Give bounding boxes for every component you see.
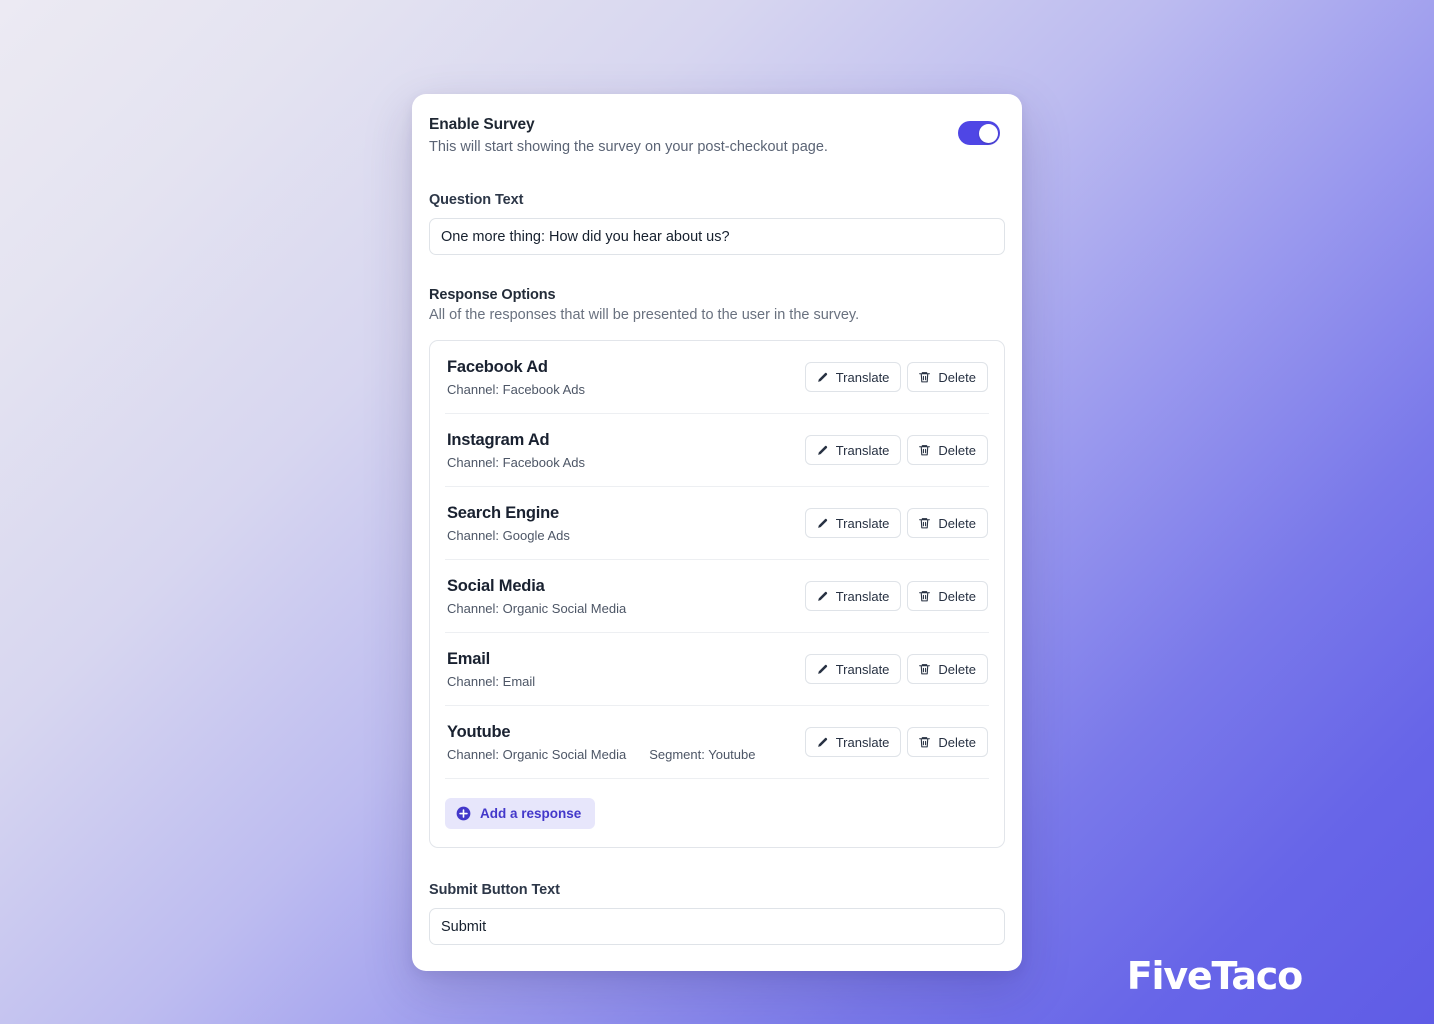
enable-survey-section: Enable Survey This will start showing th… bbox=[429, 114, 1005, 158]
enable-survey-title: Enable Survey bbox=[429, 116, 535, 133]
response-option-name: Facebook Ad bbox=[447, 357, 548, 376]
translate-button[interactable]: Translate bbox=[804, 654, 902, 684]
translate-label: Translate bbox=[835, 515, 890, 531]
response-options-list: Facebook Ad Channel: Facebook Ads Transl… bbox=[429, 340, 1005, 848]
response-option-info: Social Media Channel: Organic Social Med… bbox=[445, 576, 626, 617]
delete-button[interactable]: Delete bbox=[907, 508, 988, 538]
delete-label: Delete bbox=[938, 734, 976, 750]
response-option-channel: Channel: Google Ads bbox=[447, 527, 570, 543]
translate-button[interactable]: Translate bbox=[804, 581, 902, 611]
response-option-row: Facebook Ad Channel: Facebook Ads Transl… bbox=[445, 341, 989, 414]
translate-label: Translate bbox=[835, 369, 890, 385]
toggle-knob bbox=[978, 123, 998, 143]
add-response-row: Add a response bbox=[445, 779, 989, 847]
delete-label: Delete bbox=[938, 661, 976, 677]
trash-icon bbox=[918, 589, 931, 603]
enable-survey-description: This will start showing the survey on yo… bbox=[429, 139, 828, 155]
response-option-name: Instagram Ad bbox=[447, 430, 550, 449]
delete-label: Delete bbox=[938, 369, 976, 385]
response-option-meta: Channel: Organic Social Media Segment: Y… bbox=[447, 746, 755, 763]
submit-button-text-input[interactable] bbox=[429, 908, 1005, 945]
translate-label: Translate bbox=[835, 734, 890, 750]
response-option-actions: Translate Delete bbox=[804, 654, 989, 684]
response-option-meta: Channel: Organic Social Media bbox=[447, 600, 626, 617]
question-text-label: Question Text bbox=[429, 192, 524, 208]
response-option-channel: Channel: Organic Social Media bbox=[447, 746, 627, 762]
response-option-meta: Channel: Facebook Ads bbox=[447, 381, 585, 398]
delete-button[interactable]: Delete bbox=[907, 581, 988, 611]
translate-label: Translate bbox=[835, 661, 890, 677]
response-option-row: Email Channel: Email Translate Delete bbox=[445, 633, 989, 706]
response-option-actions: Translate Delete bbox=[804, 581, 989, 611]
response-option-info: Youtube Channel: Organic Social Media Se… bbox=[445, 722, 755, 763]
response-option-name: Youtube bbox=[447, 722, 511, 741]
trash-icon bbox=[918, 516, 931, 530]
response-option-meta: Channel: Google Ads bbox=[447, 527, 570, 544]
pencil-icon bbox=[816, 590, 829, 603]
response-option-meta: Channel: Email bbox=[447, 673, 535, 690]
response-option-meta: Channel: Facebook Ads bbox=[447, 454, 585, 471]
delete-label: Delete bbox=[938, 588, 976, 604]
response-option-row: Search Engine Channel: Google Ads Transl… bbox=[445, 487, 989, 560]
response-option-row: Instagram Ad Channel: Facebook Ads Trans… bbox=[445, 414, 989, 487]
enable-survey-toggle[interactable] bbox=[958, 121, 1000, 145]
response-option-name: Email bbox=[447, 649, 491, 668]
fivetaco-logo: FiveTaco bbox=[1126, 954, 1303, 998]
response-option-row: Social Media Channel: Organic Social Med… bbox=[445, 560, 989, 633]
response-option-info: Email Channel: Email bbox=[445, 649, 535, 690]
translate-button[interactable]: Translate bbox=[804, 362, 902, 392]
delete-label: Delete bbox=[938, 515, 976, 531]
pencil-icon bbox=[816, 736, 829, 749]
response-options-header: Response Options All of the responses th… bbox=[429, 287, 1005, 326]
response-option-channel: Channel: Facebook Ads bbox=[447, 454, 586, 470]
delete-label: Delete bbox=[938, 442, 976, 458]
pencil-icon bbox=[816, 517, 829, 530]
trash-icon bbox=[918, 443, 931, 457]
response-option-row: Youtube Channel: Organic Social Media Se… bbox=[445, 706, 989, 779]
response-option-info: Instagram Ad Channel: Facebook Ads bbox=[445, 430, 585, 471]
pencil-icon bbox=[816, 371, 829, 384]
pencil-icon bbox=[816, 663, 829, 676]
response-option-name: Search Engine bbox=[447, 503, 560, 522]
question-text-field: Question Text bbox=[429, 192, 1005, 255]
response-options-description: All of the responses that will be presen… bbox=[429, 307, 860, 323]
submit-button-text-label: Submit Button Text bbox=[429, 882, 560, 898]
trash-icon bbox=[918, 662, 931, 676]
response-option-actions: Translate Delete bbox=[804, 508, 989, 538]
plus-circle-icon bbox=[456, 806, 471, 821]
response-option-segment: Segment: Youtube bbox=[649, 746, 756, 762]
translate-button[interactable]: Translate bbox=[804, 435, 902, 465]
survey-settings-card: Enable Survey This will start showing th… bbox=[412, 94, 1022, 971]
delete-button[interactable]: Delete bbox=[907, 362, 988, 392]
response-option-actions: Translate Delete bbox=[804, 727, 989, 757]
trash-icon bbox=[918, 735, 931, 749]
delete-button[interactable]: Delete bbox=[907, 435, 988, 465]
response-options-title: Response Options bbox=[429, 287, 556, 303]
response-option-actions: Translate Delete bbox=[804, 435, 989, 465]
translate-button[interactable]: Translate bbox=[804, 727, 902, 757]
submit-button-text-field: Submit Button Text bbox=[429, 882, 1005, 945]
add-response-button[interactable]: Add a response bbox=[445, 797, 596, 829]
response-option-name: Social Media bbox=[447, 576, 545, 595]
enable-survey-text: Enable Survey This will start showing th… bbox=[429, 114, 828, 158]
trash-icon bbox=[918, 370, 931, 384]
translate-label: Translate bbox=[835, 588, 890, 604]
translate-button[interactable]: Translate bbox=[804, 508, 902, 538]
response-option-channel: Channel: Facebook Ads bbox=[447, 381, 586, 397]
translate-label: Translate bbox=[835, 442, 890, 458]
response-option-channel: Channel: Email bbox=[447, 673, 536, 689]
delete-button[interactable]: Delete bbox=[907, 654, 988, 684]
response-option-info: Facebook Ad Channel: Facebook Ads bbox=[445, 357, 585, 398]
pencil-icon bbox=[816, 444, 829, 457]
response-option-actions: Translate Delete bbox=[804, 362, 989, 392]
response-option-info: Search Engine Channel: Google Ads bbox=[445, 503, 570, 544]
add-response-label: Add a response bbox=[480, 805, 582, 821]
delete-button[interactable]: Delete bbox=[907, 727, 988, 757]
question-text-input[interactable] bbox=[429, 218, 1005, 255]
response-option-channel: Channel: Organic Social Media bbox=[447, 600, 627, 616]
